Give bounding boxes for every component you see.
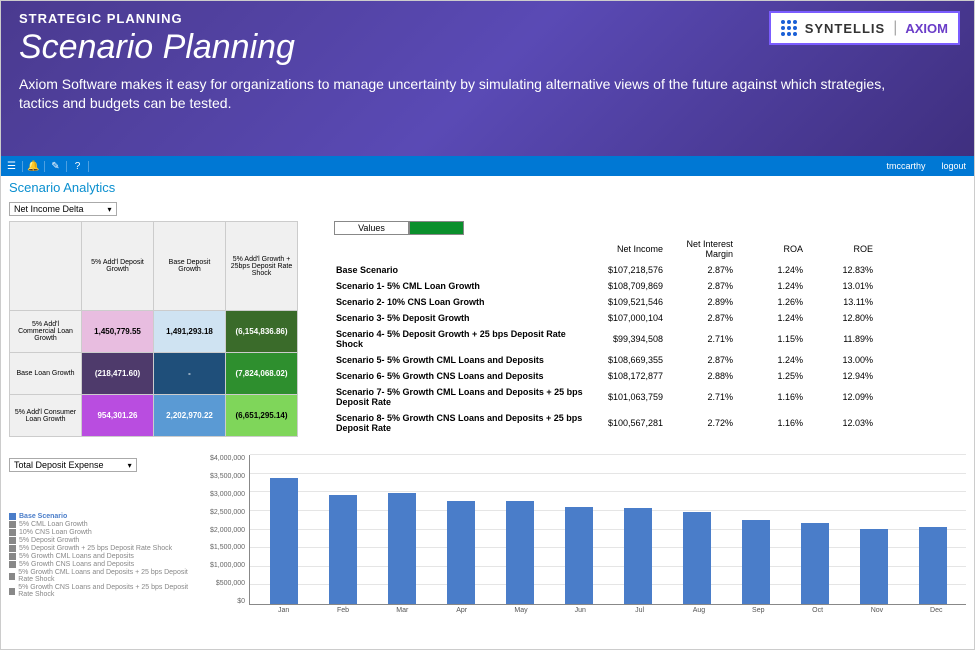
- legend-item[interactable]: 5% Growth CML Loans and Deposits + 25 bp…: [9, 569, 204, 583]
- legend-item[interactable]: 10% CNS Loan Growth: [9, 529, 204, 536]
- legend-item[interactable]: Base Scenario: [9, 513, 204, 520]
- scenario-row[interactable]: Scenario 6- 5% Growth CNS Loans and Depo…: [328, 369, 881, 383]
- scenario-row[interactable]: Scenario 7- 5% Growth CML Loans and Depo…: [328, 385, 881, 409]
- heatmap-cell[interactable]: 2,202,970.22: [154, 395, 226, 437]
- bell-icon[interactable]: 🔔: [23, 161, 45, 172]
- x-tick: Dec: [907, 605, 966, 614]
- bar[interactable]: [313, 495, 372, 604]
- heatmap-cell[interactable]: -: [154, 353, 226, 395]
- scenario-row[interactable]: Scenario 3- 5% Deposit Growth$107,000,10…: [328, 311, 881, 325]
- menu-icon[interactable]: ☰: [1, 161, 23, 172]
- x-tick: Feb: [313, 605, 372, 614]
- x-tick: May: [491, 605, 550, 614]
- bar[interactable]: [844, 529, 903, 604]
- heatmap-cell[interactable]: 1,450,779.55: [82, 311, 154, 353]
- heatmap-cell[interactable]: 954,301.26: [82, 395, 154, 437]
- legend-item[interactable]: 5% CML Loan Growth: [9, 521, 204, 528]
- heatmap-row-header: 5% Add'l Consumer Loan Growth: [10, 395, 82, 437]
- logo-syntellis: SYNTELLIS: [805, 21, 886, 36]
- x-tick: Apr: [432, 605, 491, 614]
- heatmap-col-header: 5% Add'l Growth + 25bps Deposit Rate Sho…: [226, 222, 298, 311]
- scenario-col-header: Net Income: [600, 237, 671, 261]
- bar[interactable]: [431, 501, 490, 604]
- heatmap-cell[interactable]: 1,491,293.18: [154, 311, 226, 353]
- scenario-row[interactable]: Base Scenario$107,218,5762.87%1.24%12.83…: [328, 263, 881, 277]
- bar[interactable]: [254, 478, 313, 604]
- help-icon[interactable]: ?: [67, 161, 89, 172]
- x-tick: Aug: [669, 605, 728, 614]
- x-tick: Jul: [610, 605, 669, 614]
- chart-legend: Base Scenario5% CML Loan Growth10% CNS L…: [9, 473, 204, 598]
- legend-item[interactable]: 5% Deposit Growth + 25 bps Deposit Rate …: [9, 545, 204, 552]
- x-tick: Nov: [847, 605, 906, 614]
- logout-link[interactable]: logout: [933, 161, 974, 171]
- scenario-col-header: ROA: [743, 237, 811, 261]
- heatmap-row-header: 5% Add'l Commercial Loan Growth: [10, 311, 82, 353]
- bar[interactable]: [608, 508, 667, 604]
- bar[interactable]: [903, 527, 962, 604]
- bar-chart: $4,000,000$3,500,000$3,000,000$2,500,000…: [210, 455, 966, 614]
- scenario-row[interactable]: Scenario 1- 5% CML Loan Growth$108,709,8…: [328, 279, 881, 293]
- x-axis: JanFebMarAprMayJunJulAugSepOctNovDec: [254, 605, 966, 614]
- values-swatch: [409, 221, 464, 235]
- chart-metric-selector[interactable]: Total Deposit Expense: [9, 458, 137, 472]
- syntellis-icon: [781, 20, 797, 36]
- scenario-row[interactable]: Scenario 5- 5% Growth CML Loans and Depo…: [328, 353, 881, 367]
- values-legend: Values: [334, 221, 966, 235]
- hero-banner: STRATEGIC PLANNING Scenario Planning Axi…: [1, 1, 974, 156]
- heatmap-cell[interactable]: (6,154,836.86): [226, 311, 298, 353]
- legend-item[interactable]: 5% Deposit Growth: [9, 537, 204, 544]
- bar[interactable]: [490, 501, 549, 604]
- legend-item[interactable]: 5% Growth CNS Loans and Deposits: [9, 561, 204, 568]
- bar[interactable]: [785, 523, 844, 604]
- heatmap-row-header: Base Loan Growth: [10, 353, 82, 395]
- scenario-row[interactable]: Scenario 4- 5% Deposit Growth + 25 bps D…: [328, 327, 881, 351]
- x-tick: Jun: [551, 605, 610, 614]
- scenario-row[interactable]: Scenario 8- 5% Growth CNS Loans and Depo…: [328, 411, 881, 435]
- scenario-row[interactable]: Scenario 2- 10% CNS Loan Growth$109,521,…: [328, 295, 881, 309]
- bar[interactable]: [549, 507, 608, 605]
- chart-plot-area: [249, 455, 966, 605]
- bar[interactable]: [667, 512, 726, 604]
- scenario-col-header: Net Interest Margin: [673, 237, 741, 261]
- x-tick: Sep: [729, 605, 788, 614]
- x-tick: Oct: [788, 605, 847, 614]
- metric-selector[interactable]: Net Income Delta: [9, 202, 117, 216]
- scenario-col-header: [328, 237, 598, 261]
- heatmap-col-header: 5% Add'l Deposit Growth: [82, 222, 154, 311]
- banner-description: Axiom Software makes it easy for organiz…: [19, 75, 889, 113]
- x-tick: Jan: [254, 605, 313, 614]
- heatmap-cell[interactable]: (218,471.60): [82, 353, 154, 395]
- logo-axiom: AXIOM: [905, 21, 948, 36]
- bar[interactable]: [726, 520, 785, 604]
- heatmap-cell[interactable]: (7,824,068.02): [226, 353, 298, 395]
- scenario-col-header: ROE: [813, 237, 881, 261]
- user-label[interactable]: tmccarthy: [878, 161, 933, 171]
- legend-item[interactable]: 5% Growth CML Loans and Deposits: [9, 553, 204, 560]
- heatmap-grid: 5% Add'l Deposit GrowthBase Deposit Grow…: [9, 221, 298, 437]
- page-title: Scenario Analytics: [9, 180, 966, 195]
- y-axis: $4,000,000$3,500,000$3,000,000$2,500,000…: [210, 455, 249, 605]
- x-tick: Mar: [373, 605, 432, 614]
- app-toolbar: ☰ 🔔 ✎ ? tmccarthy logout: [1, 156, 974, 176]
- legend-item[interactable]: 5% Growth CNS Loans and Deposits + 25 bp…: [9, 584, 204, 598]
- heatmap-col-header: Base Deposit Growth: [154, 222, 226, 311]
- heatmap-cell[interactable]: (6,651,295.14): [226, 395, 298, 437]
- wand-icon[interactable]: ✎: [45, 161, 67, 172]
- scenario-table: Net IncomeNet Interest MarginROAROE Base …: [326, 235, 883, 437]
- brand-logo: SYNTELLIS | AXIOM: [769, 11, 960, 45]
- bar[interactable]: [372, 493, 431, 604]
